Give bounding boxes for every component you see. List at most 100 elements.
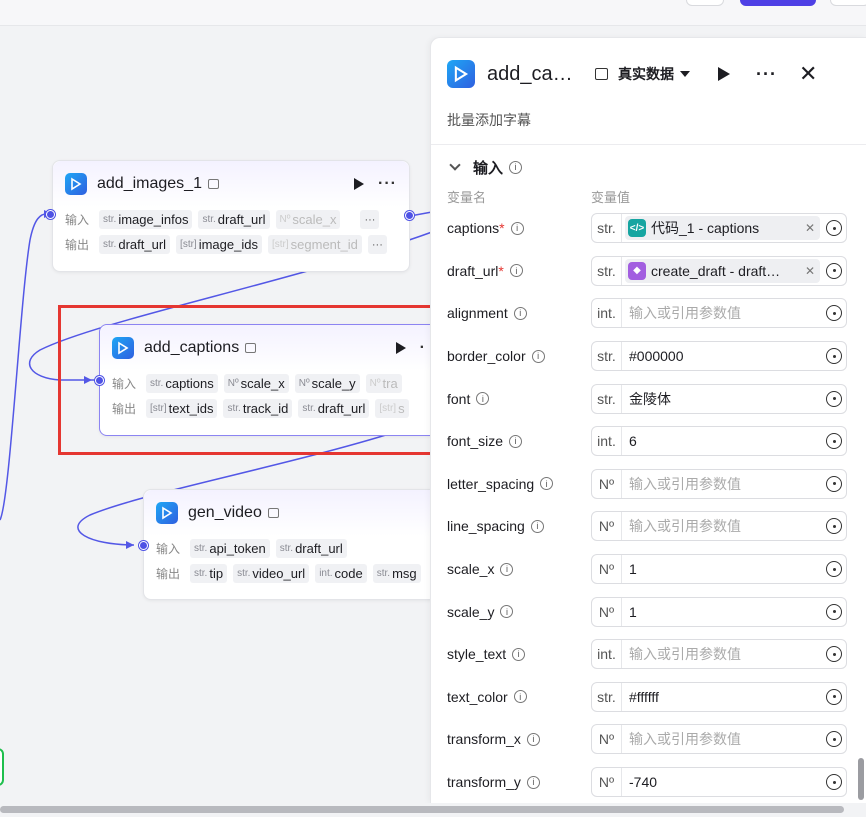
info-icon[interactable]: i (513, 306, 527, 320)
info-icon[interactable]: i (500, 605, 514, 619)
param-value-input[interactable]: 输入或引用参数值 (622, 729, 820, 749)
param-value-input[interactable]: 输入或引用参数值 (622, 303, 820, 323)
param-value-input[interactable]: 金陵体 (622, 388, 820, 409)
param-name: font_size i (447, 433, 591, 449)
scrollbar-thumb[interactable] (0, 806, 844, 813)
param-field[interactable]: str. </> 代码_1 - captions ✕ (591, 213, 847, 244)
input-section-toggle[interactable]: 输入 i (431, 149, 866, 185)
reference-target-icon[interactable] (826, 390, 842, 407)
param-value-input[interactable]: #ffffff (622, 688, 820, 705)
param-name: letter_spacing i (447, 476, 591, 492)
param-value-input[interactable]: 1 (622, 603, 820, 620)
node-gen-video[interactable]: gen_video 输入 str. api_token str. draft_url… (143, 489, 443, 600)
node-inputs-row: 输入 str. captions Nº scale_x Nº scale_y Nº tr… (100, 371, 438, 396)
reference-target-icon[interactable] (826, 603, 842, 620)
reference-target-icon[interactable] (826, 475, 842, 492)
toolbar-button[interactable] (686, 0, 724, 6)
info-icon[interactable]: i (526, 775, 540, 789)
param-type-label: str. (592, 256, 622, 285)
data-mode-dropdown[interactable]: 真实数据 (595, 64, 690, 84)
info-icon[interactable]: i (540, 477, 554, 491)
more-icon[interactable]: ··· (756, 64, 777, 85)
param-field[interactable]: int. 输入或引用参数值 (591, 639, 847, 670)
reference-target-icon[interactable] (826, 518, 842, 535)
param-field[interactable]: Nº 1 (591, 554, 847, 585)
input-port[interactable] (95, 376, 104, 385)
param-field[interactable]: Nº 1 (591, 596, 847, 627)
info-icon[interactable]: i (510, 221, 524, 235)
param-value-input[interactable]: -740 (622, 774, 820, 791)
param-field[interactable]: str. ◆ create_draft - draft… ✕ (591, 255, 847, 286)
param-value-input[interactable]: 1 (622, 561, 820, 578)
reference-target-icon[interactable] (826, 305, 842, 322)
param-value-input[interactable]: 输入或引用参数值 (622, 516, 820, 536)
param-name: line_spacing i (447, 518, 591, 534)
reference-target-icon[interactable] (826, 774, 842, 791)
param-type-label: Nº (592, 512, 622, 541)
param-field[interactable]: str. #000000 (591, 341, 847, 372)
param-value-input[interactable]: 6 (622, 433, 820, 450)
param-row-font-size: font_size i int. 6 (431, 420, 866, 463)
reference-chip[interactable]: ◆ create_draft - draft… ✕ (625, 258, 820, 283)
clear-reference-icon[interactable]: ✕ (805, 264, 815, 278)
param-value-input[interactable]: #000000 (622, 348, 820, 365)
panel-scrollbar-thumb[interactable] (858, 758, 864, 800)
reference-target-icon[interactable] (826, 262, 842, 279)
node-add-captions[interactable]: add_captions · 输入 str. captions Nº scale_x… (99, 324, 439, 436)
reference-target-icon[interactable] (826, 433, 842, 450)
run-node-icon[interactable] (395, 342, 406, 354)
more-icon[interactable]: ··· (378, 175, 397, 193)
side-widget[interactable] (0, 748, 4, 786)
panel-title[interactable]: add_ca… (487, 63, 583, 86)
info-icon[interactable]: i (513, 690, 527, 704)
reference-target-icon[interactable] (826, 731, 842, 748)
plugin-icon (65, 173, 87, 195)
reference-target-icon[interactable] (826, 688, 842, 705)
info-icon[interactable]: i (476, 392, 490, 406)
horizontal-scrollbar[interactable] (0, 803, 866, 817)
param-field[interactable]: int. 输入或引用参数值 (591, 298, 847, 329)
param-field[interactable]: Nº 输入或引用参数值 (591, 468, 847, 499)
node-add-images[interactable]: add_images_1 ··· 输入 str. image_infos str.… (52, 160, 410, 272)
param-name: style_text i (447, 646, 591, 662)
param-field[interactable]: Nº -740 (591, 767, 847, 798)
input-chip: str. captions (146, 374, 218, 393)
info-icon[interactable]: i (500, 562, 514, 576)
info-icon[interactable]: i (509, 160, 523, 174)
info-icon[interactable]: i (512, 647, 526, 661)
info-icon[interactable]: i (530, 519, 544, 533)
panel-header: add_ca… 真实数据 ··· ✕ (431, 38, 866, 110)
input-port[interactable] (46, 210, 55, 219)
close-icon[interactable]: ✕ (799, 63, 817, 85)
reference-target-icon[interactable] (826, 646, 842, 663)
info-icon[interactable]: i (509, 264, 523, 278)
param-field[interactable]: Nº 输入或引用参数值 (591, 724, 847, 755)
info-icon[interactable]: i (531, 349, 545, 363)
info-icon[interactable]: i (509, 434, 523, 448)
reference-target-icon[interactable] (826, 348, 842, 365)
reference-chip[interactable]: </> 代码_1 - captions ✕ (625, 216, 820, 241)
toolbar-button-right[interactable] (830, 0, 866, 6)
input-port[interactable] (139, 541, 148, 550)
code-icon: </> (628, 219, 646, 238)
param-field[interactable]: Nº 输入或引用参数值 (591, 511, 847, 542)
output-chip: str. tip (190, 564, 228, 583)
run-node-icon[interactable] (354, 178, 365, 190)
reference-target-icon[interactable] (826, 220, 842, 237)
more-outputs-chip[interactable]: ··· (367, 235, 387, 254)
clear-reference-icon[interactable]: ✕ (805, 221, 815, 235)
reference-target-icon[interactable] (826, 561, 842, 578)
param-field[interactable]: str. #ffffff (591, 681, 847, 712)
publish-button[interactable] (740, 0, 816, 6)
input-chip: str. image_infos (99, 210, 193, 229)
more-inputs-chip[interactable]: ··· (360, 210, 380, 229)
param-field[interactable]: str. 金陵体 (591, 383, 847, 414)
param-field[interactable]: int. 6 (591, 426, 847, 457)
plugin-badge-icon (207, 179, 219, 189)
param-value-input[interactable]: 输入或引用参数值 (622, 644, 820, 664)
output-port[interactable] (405, 211, 414, 220)
info-icon[interactable]: i (526, 732, 540, 746)
run-node-icon[interactable] (718, 67, 730, 81)
param-value-input[interactable]: 输入或引用参数值 (622, 474, 820, 494)
more-icon[interactable]: · (420, 339, 426, 357)
